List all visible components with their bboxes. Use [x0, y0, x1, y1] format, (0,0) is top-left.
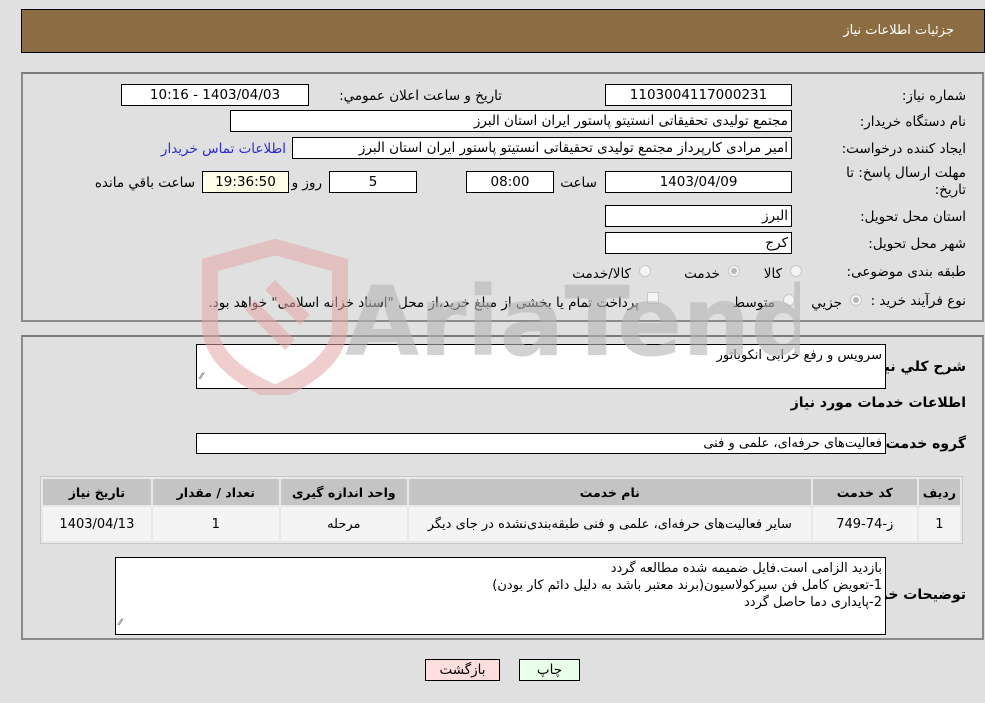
cell-unit: مرحله: [280, 507, 407, 541]
delivery-city-label: شهر محل تحویل:: [868, 236, 966, 252]
back-button[interactable]: بازگشت: [425, 659, 500, 681]
buyer-notes-line: 2-پایداری دما حاصل گردد: [744, 595, 882, 610]
buyer-notes-textarea[interactable]: بازدید الزامی است.فایل ضمیمه شده مطالعه …: [115, 557, 886, 635]
remaining-time-label: ساعت باقي مانده: [94, 175, 195, 191]
resize-grip-icon[interactable]: ⁄⁄: [119, 615, 122, 632]
cell-name: سایر فعالیت‌های حرفه‌ای، علمی و فنی طبقه…: [408, 507, 811, 541]
need-details-panel: شماره نیاز: 1103004117000231 تاریخ و ساع…: [21, 72, 984, 322]
col-header-code: کد خدمت: [812, 479, 917, 505]
buyer-contact-link[interactable]: اطلاعات تماس خريدار: [161, 141, 286, 157]
need-number-label: شماره نیاز:: [901, 88, 966, 104]
summary-textarea[interactable]: سرویس و رفع خرابی انکوباتور ⁄⁄: [196, 344, 886, 389]
cell-quantity: 1: [152, 507, 279, 541]
requester-field[interactable]: امیر مرادی کارپرداز مجتمع تولیدی تحقیقات…: [292, 137, 792, 159]
col-header-quantity: تعداد / مقدار: [152, 479, 279, 505]
category-label: طبقه بندی موضوعی:: [846, 264, 966, 280]
category-radio-goods-service[interactable]: [639, 265, 651, 277]
table-header-row: رديف کد خدمت نام خدمت واحد اندازه گيری ت…: [43, 479, 960, 505]
services-table: رديف کد خدمت نام خدمت واحد اندازه گيری ت…: [40, 476, 963, 544]
deadline-time-field[interactable]: 08:00: [466, 171, 554, 193]
page-title: جزئیات اطلاعات نیاز: [843, 23, 954, 38]
deadline-date-field[interactable]: 1403/04/09: [605, 171, 792, 193]
col-header-date: تاريخ نياز: [43, 479, 151, 505]
purchase-process-label: نوع فرآيند خريد :: [870, 293, 966, 309]
resize-grip-icon[interactable]: ⁄⁄: [200, 369, 203, 386]
service-group-field[interactable]: فعالیت‌های حرفه‌ای، علمی و فنی: [196, 433, 886, 454]
delivery-province-label: استان محل تحویل:: [860, 209, 966, 225]
deadline-label: مهلت ارسال پاسخ: تا تاريخ:: [846, 165, 966, 198]
days-label: روز و: [291, 175, 322, 191]
process-option-minor: جزيي: [811, 295, 842, 311]
category-option-goods-service: کالا/خدمت: [572, 266, 631, 282]
summary-text: سرویس و رفع خرابی انکوباتور: [716, 348, 882, 363]
delivery-province-field[interactable]: البرز: [605, 205, 792, 227]
announce-datetime-field[interactable]: 1403/04/03 - 10:16: [121, 84, 309, 106]
delivery-city-field[interactable]: کرج: [605, 232, 792, 254]
col-header-name: نام خدمت: [408, 479, 811, 505]
buyer-org-field[interactable]: مجتمع تولیدی تحقیقاتی انستیتو پاستور ایر…: [230, 110, 792, 132]
need-number-field[interactable]: 1103004117000231: [605, 84, 792, 106]
treasury-bonds-checkbox[interactable]: [647, 292, 659, 304]
category-radio-goods[interactable]: [790, 265, 802, 277]
cell-code: ز-74-749: [812, 507, 917, 541]
process-radio-minor[interactable]: [850, 294, 862, 306]
category-option-service: خدمت: [684, 266, 720, 282]
process-option-medium: متوسط: [732, 295, 775, 311]
cell-date: 1403/04/13: [43, 507, 151, 541]
table-row: 1 ز-74-749 سایر فعالیت‌های حرفه‌ای، علمی…: [43, 507, 960, 541]
deadline-time-label: ساعت: [560, 175, 597, 191]
buyer-notes-line: بازدید الزامی است.فایل ضمیمه شده مطالعه …: [610, 561, 882, 576]
cell-index: 1: [918, 507, 960, 541]
requester-label: ايجاد کننده درخواست:: [841, 141, 966, 157]
remaining-days-field[interactable]: 5: [329, 171, 417, 193]
buyer-notes-line: 1-تعویض کامل فن سیرکولاسیون(برند معتبر ب…: [492, 578, 882, 593]
col-header-index: رديف: [918, 479, 960, 505]
announce-datetime-label: تاریخ و ساعت اعلان عمومي:: [339, 88, 502, 104]
buyer-org-label: نام دستگاه خريدار:: [859, 114, 966, 130]
col-header-unit: واحد اندازه گيری: [280, 479, 407, 505]
remaining-time-field[interactable]: 19:36:50: [202, 171, 289, 193]
treasury-bonds-note: پرداخت تمام يا بخشی از مبلغ خريد،از محل …: [208, 295, 639, 311]
page-header: جزئیات اطلاعات نیاز: [21, 9, 985, 53]
services-section-title: اطلاعات خدمات مورد نياز: [790, 395, 966, 411]
category-radio-service[interactable]: [728, 265, 740, 277]
service-group-label: گروه خدمت:: [880, 436, 966, 452]
services-panel: شرح کلي نياز: سرویس و رفع خرابی انکوباتو…: [21, 335, 984, 640]
process-radio-medium[interactable]: [783, 294, 795, 306]
print-button[interactable]: چاپ: [519, 659, 580, 681]
category-option-goods: کالا: [763, 266, 782, 282]
